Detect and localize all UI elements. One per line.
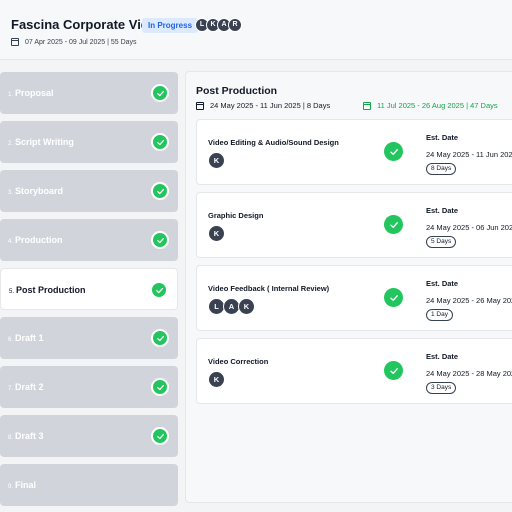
calendar-check-icon [363, 101, 371, 110]
task-name: Video Correction [208, 357, 269, 366]
stage-number: 8. [8, 435, 14, 441]
est-date-range: 24 May 2025 - 06 Jun 2025 [426, 223, 512, 232]
est-date-label: Est. Date [426, 279, 459, 288]
planned-date-range: 24 May 2025 - 11 Jun 2025 | 8 Days [196, 101, 330, 110]
stage-name: Proposal [15, 88, 54, 98]
task-card[interactable]: Graphic Design K Est. Date 24 May 2025 - 06… [196, 192, 512, 258]
actual-date-text: 11 Jul 2025 - 26 Aug 2025 | 47 Days [377, 101, 498, 110]
stage-number: 5. [9, 289, 15, 295]
check-icon [384, 288, 403, 307]
stage-label: 5. Post Production [9, 269, 86, 311]
duration-badge: 5 Days [426, 236, 457, 248]
stage-number: 9. [8, 484, 14, 490]
check-icon [384, 361, 403, 380]
stage-name: Script Writing [15, 137, 74, 147]
stage-item[interactable]: 8. Draft 3 [0, 415, 178, 457]
stage-number: 3. [8, 190, 14, 196]
stage-number: 4. [8, 239, 14, 245]
panel-title: Post Production [196, 85, 278, 97]
project-title: Fascina Corporate Video [11, 17, 164, 32]
stage-number: 2. [8, 141, 14, 147]
duration-badge: 3 Days [426, 382, 457, 394]
stage-item[interactable]: 3. Storyboard [0, 170, 178, 212]
project-date-range: 07 Apr 2025 - 09 Jul 2025 | 55 Days [11, 38, 137, 46]
status-badge: In Progress [142, 18, 199, 33]
stage-detail-panel: Post Production 24 May 2025 - 11 Jun 202… [185, 71, 512, 503]
stage-label: 2. Script Writing [8, 121, 74, 163]
stage-number: 6. [8, 337, 14, 343]
check-icon [151, 182, 169, 200]
task-assignees: K [208, 371, 225, 388]
stage-item[interactable]: 7. Draft 2 [0, 366, 178, 408]
avatar[interactable]: R [228, 18, 242, 32]
calendar-icon [11, 38, 19, 46]
task-card[interactable]: Video Feedback ( Internal Review) L A K Est.… [196, 265, 512, 331]
est-date-range: 24 May 2025 - 11 Jun 2025 [426, 150, 512, 159]
task-card[interactable]: Video Correction K Est. Date 24 May 2025 - … [196, 338, 512, 404]
est-date-range: 24 May 2025 - 26 May 2025 [426, 296, 512, 305]
task-card[interactable]: Video Editing & Audio/Sound Design K Est. … [196, 119, 512, 185]
avatar[interactable]: K [238, 298, 255, 315]
stage-item[interactable]: 9. Final [0, 464, 178, 506]
stage-label: 1. Proposal [8, 72, 54, 114]
duration-badge: 8 Days [426, 163, 457, 175]
planned-date-text: 24 May 2025 - 11 Jun 2025 | 8 Days [210, 101, 331, 110]
check-icon [151, 378, 169, 396]
check-icon [151, 84, 169, 102]
est-date-label: Est. Date [426, 352, 459, 361]
stage-number: 7. [8, 386, 14, 392]
task-name: Video Feedback ( Internal Review) [208, 284, 330, 293]
stage-label: 8. Draft 3 [8, 415, 44, 457]
check-icon [384, 215, 403, 234]
stage-item[interactable]: 1. Proposal [0, 72, 178, 114]
check-icon [151, 133, 169, 151]
stage-name: Draft 1 [15, 333, 44, 343]
duration-badge: 1 Day [426, 309, 453, 321]
est-date-range: 24 May 2025 - 28 May 2025 [426, 369, 512, 378]
stage-name: Production [15, 235, 63, 245]
project-members: L K A R [195, 18, 242, 32]
check-icon [151, 427, 169, 445]
stage-name: Draft 3 [15, 431, 44, 441]
stage-label: 7. Draft 2 [8, 366, 44, 408]
task-assignees: K [208, 152, 225, 169]
stage-item[interactable]: 4. Production [0, 219, 178, 261]
project-date-text: 07 Apr 2025 - 09 Jul 2025 | 55 Days [25, 38, 137, 46]
task-assignees: K [208, 225, 225, 242]
avatar[interactable]: K [208, 152, 225, 169]
avatar[interactable]: K [208, 371, 225, 388]
check-icon [384, 142, 403, 161]
task-name: Video Editing & Audio/Sound Design [208, 138, 339, 147]
stage-label: 4. Production [8, 219, 63, 261]
task-name: Graphic Design [208, 211, 264, 220]
stage-name: Draft 2 [15, 382, 44, 392]
stage-item[interactable]: 5. Post Production [0, 268, 178, 310]
est-date-label: Est. Date [426, 133, 459, 142]
check-icon [150, 281, 168, 299]
stage-name: Storyboard [15, 186, 64, 196]
avatar[interactable]: K [208, 225, 225, 242]
stage-item[interactable]: 2. Script Writing [0, 121, 178, 163]
stage-number: 1. [8, 92, 14, 98]
stage-label: 3. Storyboard [8, 170, 63, 212]
task-assignees: LAK [208, 298, 255, 315]
stage-item[interactable]: 6. Draft 1 [0, 317, 178, 359]
actual-date-range: 11 Jul 2025 - 26 Aug 2025 | 47 Days [363, 101, 498, 110]
est-date-label: Est. Date [426, 206, 459, 215]
stage-name: Post Production [16, 285, 86, 295]
stage-label: 6. Draft 1 [8, 317, 44, 359]
stage-label: 9. Final [8, 464, 36, 506]
project-header: Fascina Corporate Video In Progress L K … [0, 0, 512, 60]
stage-name: Final [15, 480, 37, 490]
calendar-icon [196, 101, 204, 110]
check-icon [151, 231, 169, 249]
check-icon [151, 329, 169, 347]
